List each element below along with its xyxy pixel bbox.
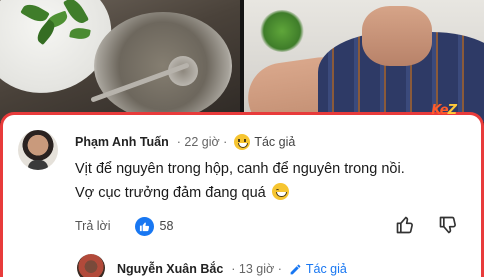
comment-actions: Trả lời 58: [75, 216, 173, 236]
like-button[interactable]: 58: [134, 216, 174, 236]
like-icon: [134, 216, 154, 236]
pencil-icon: [290, 264, 301, 274]
author-badge: Tác giả: [254, 135, 296, 149]
video-frame: [0, 0, 484, 122]
avatar[interactable]: [18, 130, 58, 170]
smile-emoji-icon: [271, 183, 289, 200]
comment-line-text: Vợ cục trưởng đảm đang quá: [75, 185, 266, 201]
comment-text: Vịt để nguyên trong hộp, canh để nguyên …: [75, 157, 475, 205]
comment-time: · 22 giờ ·: [176, 135, 228, 149]
photo-divider: [240, 0, 244, 122]
reply-button[interactable]: Trả lời: [75, 219, 111, 233]
reply-time: · 13 giờ ·: [231, 262, 282, 276]
reply-author-name[interactable]: Nguyễn Xuân Bắc: [117, 262, 223, 276]
man-head: [362, 6, 432, 66]
reply-avatar[interactable]: [77, 254, 105, 277]
soup-pot: [94, 12, 232, 120]
watermark-logo: KeZ: [431, 103, 457, 118]
food-photo: [0, 0, 242, 122]
comment-line: Vợ cục trưởng đảm đang quá: [75, 181, 475, 205]
reply-header: Nguyễn Xuân Bắc · 13 giờ · Tác giả: [117, 260, 347, 277]
like-count: 58: [159, 219, 174, 233]
comment-line: Vịt để nguyên trong hộp, canh để nguyên …: [75, 161, 405, 177]
thumb-down-icon[interactable]: [438, 215, 458, 235]
herb-bunch: [260, 10, 304, 52]
comment-header: Phạm Anh Tuấn · 22 giờ · Tác giả: [75, 133, 295, 151]
thumb-up-icon[interactable]: [395, 215, 415, 235]
reply-author-badge: Tác giả: [305, 262, 347, 276]
grin-emoji-icon: [234, 134, 251, 150]
commenter-name[interactable]: Phạm Anh Tuấn: [75, 135, 169, 149]
